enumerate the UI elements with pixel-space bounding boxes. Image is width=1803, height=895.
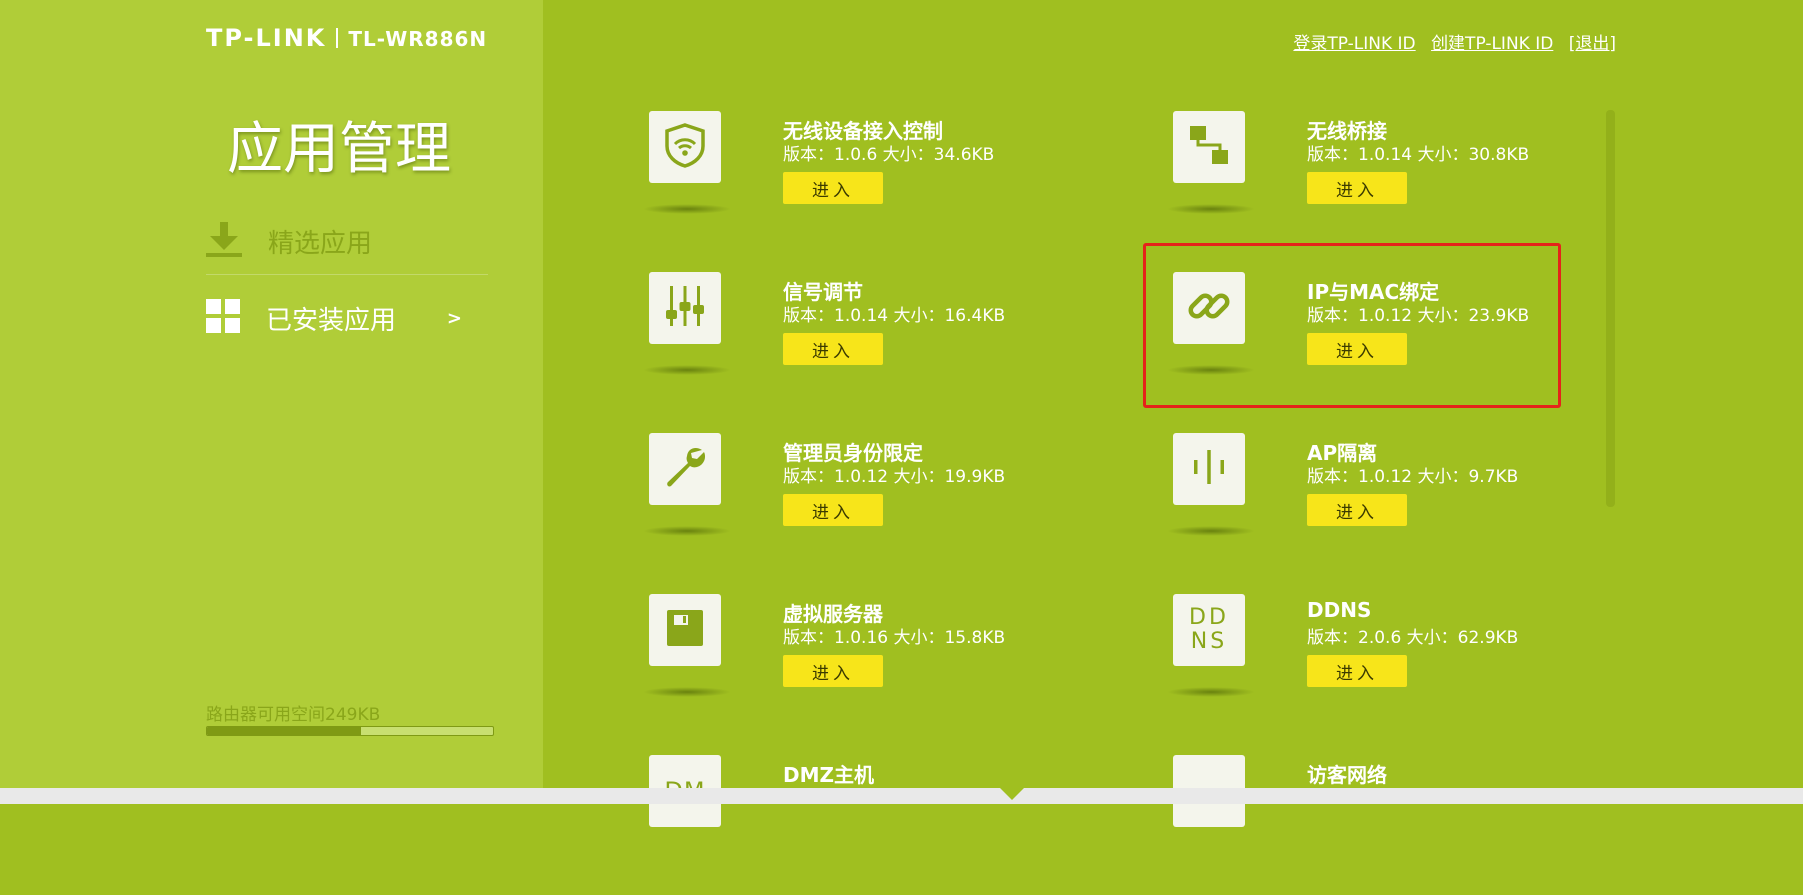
app-card: DM DMZ主机 [649, 755, 1069, 895]
scroll-down-caret[interactable] [998, 786, 1026, 800]
sidebar-item-installed-apps[interactable]: 已安装应用 > [206, 288, 488, 348]
create-account-link[interactable]: 创建TP-LINK ID [1431, 34, 1553, 54]
app-meta: 版本：1.0.12 大小：23.9KB [1307, 306, 1530, 326]
app-meta: 版本：2.0.6 大小：62.9KB [1307, 628, 1519, 648]
sidebar-item-featured-apps[interactable]: 精选应用 [206, 208, 488, 275]
app-icon-button[interactable] [649, 111, 723, 185]
app-icon-button[interactable] [649, 433, 723, 507]
enter-button[interactable]: 进入 [783, 494, 883, 526]
app-meta: 版本：1.0.12 大小：9.7KB [1307, 467, 1519, 487]
icon-shadow [1167, 687, 1255, 697]
app-name: DDNS [1307, 598, 1372, 622]
icon-text: NS [1190, 629, 1228, 654]
storage-label: 路由器可用空间249KB [206, 705, 381, 725]
app-card: 虚拟服务器 版本：1.0.16 大小：15.8KB 进入 [643, 594, 1069, 734]
wrench-icon [662, 444, 708, 494]
enter-button[interactable]: 进入 [1307, 494, 1407, 526]
icon-shadow [1167, 526, 1255, 536]
enter-button[interactable]: 进入 [1307, 333, 1407, 365]
icon-shadow [1167, 365, 1255, 375]
model-name: TL-WR886N [348, 27, 488, 51]
app-card: 访客网络 [1173, 755, 1593, 895]
app-icon-button[interactable] [1173, 111, 1247, 185]
brand-name: TP-LINK [206, 24, 327, 52]
wifi-shield-icon [662, 122, 708, 172]
logout-link[interactable]: [退出] [1569, 34, 1616, 54]
app-meta: 版本：1.0.16 大小：15.8KB [783, 628, 1006, 648]
icon-shadow [643, 687, 731, 697]
sidebar-item-label: 精选应用 [268, 228, 373, 259]
sliders-icon [662, 282, 708, 334]
enter-button[interactable]: 进入 [1307, 172, 1407, 204]
icon-shadow [643, 526, 731, 536]
scrollbar[interactable] [1606, 110, 1615, 507]
app-card: 无线设备接入控制 版本：1.0.6 大小：34.6KB 进入 [643, 111, 1069, 251]
enter-button[interactable]: 进入 [783, 333, 883, 365]
ap-isolation-icon [1187, 445, 1231, 493]
bridge-icon [1187, 123, 1231, 171]
enter-button[interactable]: 进入 [1307, 655, 1407, 687]
app-card: DD NS DDNS 版本：2.0.6 大小：62.9KB 进入 [1167, 594, 1593, 734]
icon-text: DD [1189, 605, 1229, 630]
brand-logo: TP-LINK TL-WR886N [206, 24, 487, 52]
login-link[interactable]: 登录TP-LINK ID [1293, 34, 1415, 54]
server-icon [665, 608, 705, 652]
app-card: 管理员身份限定 版本：1.0.12 大小：19.9KB 进入 [643, 433, 1069, 573]
enter-button[interactable]: 进入 [783, 172, 883, 204]
icon-shadow [643, 365, 731, 375]
storage-progress [206, 726, 494, 736]
app-icon-button[interactable] [1173, 433, 1247, 507]
app-icon-button[interactable] [1173, 272, 1247, 346]
app-card: 无线桥接 版本：1.0.14 大小：30.8KB 进入 [1167, 111, 1593, 251]
app-icon-button[interactable]: DD NS [1173, 594, 1247, 668]
enter-button[interactable]: 进入 [783, 655, 883, 687]
app-meta: 版本：1.0.12 大小：19.9KB [783, 467, 1006, 487]
account-links: 登录TP-LINK ID 创建TP-LINK ID [退出] [1283, 29, 1616, 54]
app-name: DMZ主机 [783, 763, 875, 787]
app-icon-button[interactable] [649, 594, 723, 668]
app-meta: 版本：1.0.14 大小：16.4KB [783, 306, 1006, 326]
icon-shadow [1167, 204, 1255, 214]
page-title: 应用管理 [227, 117, 451, 182]
bottom-bar [0, 788, 1803, 804]
download-icon [206, 220, 242, 262]
brand-separator [336, 28, 339, 48]
app-card: AP隔离 版本：1.0.12 大小：9.7KB 进入 [1167, 433, 1593, 573]
app-meta: 版本：1.0.6 大小：34.6KB [783, 145, 995, 165]
app-card: 信号调节 版本：1.0.14 大小：16.4KB 进入 [643, 272, 1069, 412]
storage-progress-fill [207, 727, 362, 735]
icon-shadow [643, 204, 731, 214]
app-name: 访客网络 [1307, 763, 1387, 787]
app-card: IP与MAC绑定 版本：1.0.12 大小：23.9KB 进入 [1167, 272, 1593, 412]
ddns-icon: DD NS [1189, 606, 1229, 654]
sidebar: TP-LINK TL-WR886N 应用管理 精选应用 已安装应用 > 路由器可用… [0, 0, 543, 788]
grid-icon [206, 299, 240, 337]
app-meta: 版本：1.0.14 大小：30.8KB [1307, 145, 1530, 165]
app-icon-button[interactable] [649, 272, 723, 346]
chevron-right-icon: > [446, 307, 462, 329]
link-icon [1185, 282, 1233, 334]
sidebar-item-label: 已安装应用 [266, 305, 397, 336]
